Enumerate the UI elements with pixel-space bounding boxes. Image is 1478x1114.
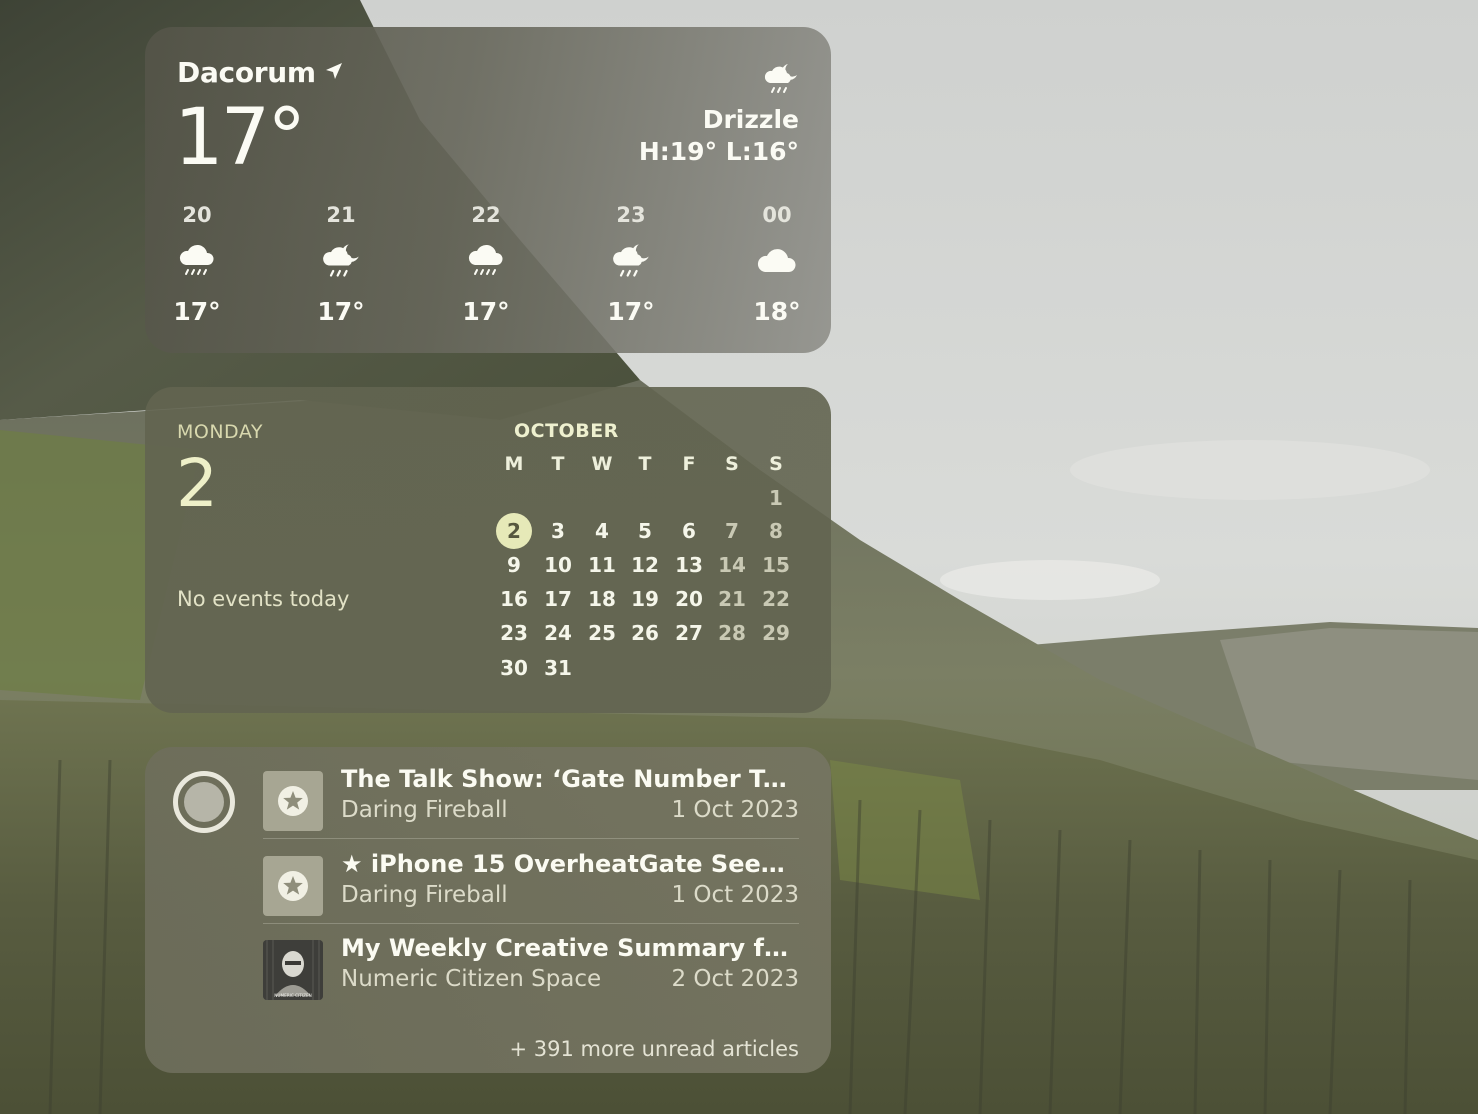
calendar-date: 1 [769, 486, 783, 510]
weather-high-low: H:19° L:16° [638, 137, 799, 166]
weekday-header: T [638, 453, 652, 475]
weather-location: Dacorum [177, 55, 344, 89]
divider [263, 838, 799, 839]
calendar-date: 23 [500, 621, 528, 645]
thumb-caption: NUMERIC CITIZEN [274, 993, 311, 998]
hourly-item: 00 18° [742, 203, 812, 326]
weekday-header: F [682, 453, 696, 475]
cloud-rain-icon [451, 229, 521, 293]
weather-condition: Drizzle [702, 105, 799, 134]
calendar-widget[interactable]: MONDAY 2 No events today OCTOBER M T W T F S S… [145, 387, 831, 713]
hour-temperature: 17° [462, 297, 510, 326]
calendar-date: 10 [544, 553, 572, 577]
reader-widget[interactable]: The Talk Show: ‘Gate Number Two’ Daring … [145, 747, 831, 1073]
divider [263, 923, 799, 924]
calendar-date: 6 [682, 519, 696, 543]
calendar-month: OCTOBER [514, 420, 619, 442]
calendar-date: 15 [762, 553, 790, 577]
hour-time: 00 [762, 203, 792, 227]
calendar-date: 3 [551, 519, 565, 543]
weekday-header: S [769, 453, 783, 475]
weekday-header: M [504, 453, 524, 475]
calendar-date: 18 [588, 587, 616, 611]
calendar-date: 12 [631, 553, 659, 577]
hour-time: 21 [326, 203, 356, 227]
hour-time: 20 [182, 203, 212, 227]
article-date: 1 Oct 2023 [671, 882, 799, 908]
hour-temperature: 18° [753, 297, 801, 326]
hourly-item: 20 17° [162, 203, 232, 326]
hour-temperature: 17° [607, 297, 655, 326]
calendar-today: 2 [496, 513, 532, 549]
weekday-header: S [725, 453, 739, 475]
hourly-item: 22 17° [451, 203, 521, 326]
cloud-icon [742, 229, 812, 293]
weekday-header: T [551, 453, 565, 475]
cloud-moon-rain-icon [596, 229, 666, 293]
calendar-date: 8 [769, 519, 783, 543]
hour-time: 23 [616, 203, 646, 227]
calendar-date: 13 [675, 553, 703, 577]
calendar-date: 4 [595, 519, 609, 543]
calendar-date: 19 [631, 587, 659, 611]
calendar-date: 31 [544, 656, 572, 680]
more-unread-link[interactable]: + 391 more unread articles [510, 1037, 800, 1061]
calendar-weekday: MONDAY [177, 421, 263, 443]
calendar-day-number: 2 [176, 445, 218, 522]
calendar-date: 24 [544, 621, 572, 645]
article-date: 2 Oct 2023 [671, 966, 799, 992]
calendar-date: 27 [675, 621, 703, 645]
portrait-photo: NUMERIC CITIZEN [263, 940, 323, 1000]
weather-location-label: Dacorum [177, 56, 316, 89]
weekday-header: W [591, 453, 613, 475]
article-item[interactable]: NUMERIC CITIZEN My Weekly Creative Summa… [263, 934, 799, 1025]
calendar-date: 25 [588, 621, 616, 645]
current-temperature: 17° [174, 93, 306, 183]
hourly-item: 23 17° [596, 203, 666, 326]
calendar-date: 20 [675, 587, 703, 611]
hour-time: 22 [471, 203, 501, 227]
calendar-date: 21 [718, 587, 746, 611]
calendar-date: 16 [500, 587, 528, 611]
calendar-date: 22 [762, 587, 790, 611]
article-item[interactable]: The Talk Show: ‘Gate Number Two’ Daring … [263, 765, 799, 856]
calendar-date: 9 [507, 553, 521, 577]
article-source: Daring Fireball [341, 797, 508, 823]
calendar-date: 5 [638, 519, 652, 543]
hour-temperature: 17° [317, 297, 365, 326]
hourly-item: 21 17° [306, 203, 376, 326]
cloud-rain-icon [162, 229, 232, 293]
article-date: 1 Oct 2023 [671, 797, 799, 823]
star-badge-icon [263, 856, 323, 916]
calendar-date: 28 [718, 621, 746, 645]
hourly-forecast: 20 17° 21 17° 22 17° 23 17° 00 18° [165, 203, 811, 333]
cloud-moon-rain-icon [306, 229, 376, 293]
calendar-date: 17 [544, 587, 572, 611]
article-title: The Talk Show: ‘Gate Number Two’ [341, 765, 799, 793]
article-title: My Weekly Creative Summary for t... [341, 934, 799, 962]
calendar-date: 7 [725, 519, 739, 543]
cloud-moon-rain-icon [761, 61, 801, 101]
article-title: ★ iPhone 15 OverheatGate Seems... [341, 850, 799, 878]
unread-indicator-icon [173, 771, 235, 833]
calendar-date: 14 [718, 553, 746, 577]
star-badge-icon [263, 771, 323, 831]
hour-temperature: 17° [173, 297, 221, 326]
weather-widget[interactable]: Dacorum 17° Drizzle H:19° L:16° 20 17° 2… [145, 27, 831, 353]
calendar-date: 11 [588, 553, 616, 577]
calendar-date: 29 [762, 621, 790, 645]
article-item[interactable]: ★ iPhone 15 OverheatGate Seems... Daring… [263, 850, 799, 941]
calendar-date: 30 [500, 656, 528, 680]
calendar-events-status: No events today [177, 587, 350, 611]
location-arrow-icon [324, 55, 344, 88]
article-source: Daring Fireball [341, 882, 508, 908]
article-source: Numeric Citizen Space [341, 966, 602, 992]
calendar-date: 26 [631, 621, 659, 645]
